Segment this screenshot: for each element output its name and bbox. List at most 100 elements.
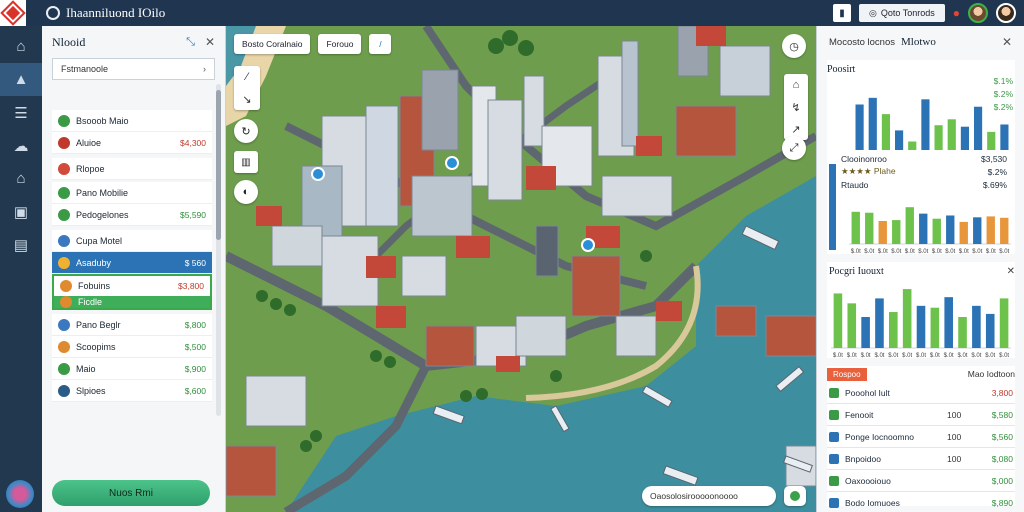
primary-action-button[interactable]: Nuos Rmi: [52, 480, 210, 506]
chart-bar[interactable]: [986, 216, 995, 244]
goto-button[interactable]: ◎ Qoto Tonrods: [859, 4, 945, 22]
profile-badge[interactable]: [6, 480, 34, 508]
building-value: $,800: [184, 319, 206, 330]
chart-bar[interactable]: [919, 213, 928, 244]
expand-icon[interactable]: ⤡: [186, 36, 195, 49]
chart-bar[interactable]: [875, 298, 884, 348]
close-icon[interactable]: ✕: [1002, 35, 1012, 49]
chart-bar[interactable]: [999, 298, 1009, 348]
building-list-item[interactable]: Cupa Motel: [52, 230, 212, 252]
building-list-item[interactable]: Maio $,900: [52, 358, 212, 380]
chart-bar[interactable]: [905, 207, 914, 244]
cloud-icon[interactable]: ☁: [0, 129, 42, 162]
chart-bar[interactable]: [1000, 217, 1009, 244]
map-go-button[interactable]: [784, 486, 806, 506]
building-list-item[interactable]: Aluioe $4,300: [52, 132, 212, 154]
resource-row[interactable]: Bnpoidoo 100 $,080: [827, 448, 1015, 470]
chart-bar[interactable]: [833, 293, 843, 348]
chart-bar[interactable]: [902, 289, 912, 348]
factory-icon[interactable]: ⌂: [0, 162, 42, 195]
resource-tab-secondary[interactable]: Mao Iodtoon: [968, 369, 1015, 379]
resource-tab[interactable]: Rospoo: [827, 367, 867, 381]
map-search-input[interactable]: Oaosolosirooooonoooo: [642, 486, 776, 506]
building-list-item[interactable]: Asaduby $ 560: [52, 252, 212, 274]
building-list-item[interactable]: Ficdle: [52, 296, 212, 310]
draw-line-icon[interactable]: ⁄: [234, 66, 260, 88]
list-icon[interactable]: ☰: [0, 96, 42, 129]
resource-row[interactable]: Fenooit 100 $,580: [827, 404, 1015, 426]
chart-bar[interactable]: [958, 317, 967, 348]
compass-button[interactable]: ◷: [782, 34, 806, 58]
measure-icon[interactable]: ↘: [234, 88, 260, 110]
chart-bar[interactable]: [944, 297, 953, 348]
map-filter-button[interactable]: Forouo: [318, 34, 362, 54]
chart-bar[interactable]: [892, 220, 901, 244]
building-list-item[interactable]: Fobuins $3,800: [52, 274, 212, 296]
chart-bar[interactable]: [946, 215, 955, 244]
map-search-text: Oaosolosirooooonoooo: [650, 491, 738, 501]
chart-bar[interactable]: [959, 221, 968, 244]
resource-row[interactable]: Pooohol Iult 3,800: [827, 382, 1015, 404]
chart-bar[interactable]: [865, 212, 874, 244]
building-name: Fobuins: [78, 281, 111, 291]
building-name: Cupa Motel: [76, 235, 123, 246]
chart-tick-label: $.0t: [918, 249, 928, 254]
recenter-icon: ⤢: [789, 141, 799, 154]
chart-bar[interactable]: [878, 221, 887, 244]
building-type-icon: [58, 318, 70, 331]
chart-bar[interactable]: [851, 211, 860, 244]
chart-bar[interactable]: [930, 307, 940, 348]
bell-icon[interactable]: ●: [953, 6, 960, 20]
city-map[interactable]: Bosto Coralnaio Forouo / ⁄ ↘ ↻ ▥ ◐ ◷ ⌂ ↯…: [226, 26, 816, 512]
building-list-item[interactable]: Pano Beglr $,800: [52, 314, 212, 336]
chart-bar[interactable]: [847, 303, 857, 348]
resource-value: $,080: [991, 453, 1013, 464]
stats-header-title: Mlotwo: [901, 36, 936, 48]
resource-row[interactable]: Ponge Iocnoomno 100 $,560: [827, 426, 1015, 448]
chart-tick-label: $.0t: [874, 353, 884, 358]
map-layer-button[interactable]: Bosto Coralnaio: [234, 34, 311, 54]
layers-button[interactable]: ◐: [234, 180, 258, 204]
stat-label: Rtaudo: [841, 179, 869, 190]
chart-bar[interactable]: [973, 217, 982, 244]
scrollbar[interactable]: [216, 84, 221, 416]
report-icon[interactable]: ▤: [0, 228, 42, 261]
menu-button[interactable]: ▮: [833, 4, 852, 22]
building-value: $,600: [184, 385, 206, 396]
user-avatar[interactable]: [996, 3, 1016, 23]
close-icon[interactable]: ✕: [205, 35, 215, 50]
chart-bar[interactable]: [985, 313, 995, 348]
building-type-icon: [58, 384, 70, 397]
building-list-item[interactable]: Pedogelones $5,590: [52, 204, 212, 226]
logo[interactable]: [0, 0, 26, 26]
chart-bar[interactable]: [932, 218, 941, 244]
building-list-item[interactable]: Bsooob Maio: [52, 110, 212, 132]
map-edit-button[interactable]: /: [369, 34, 392, 54]
building-list-item[interactable]: Pano Mobilie: [52, 182, 212, 204]
route-icon[interactable]: ↯: [784, 96, 808, 118]
home-icon[interactable]: ⌂: [0, 30, 42, 63]
layers-icon: ◐: [242, 186, 250, 198]
resource-row[interactable]: Bodo Iomuoes $,890: [827, 492, 1015, 512]
storage-icon[interactable]: ▣: [0, 195, 42, 228]
avatar[interactable]: [968, 3, 988, 23]
building-tool-button[interactable]: ▥: [234, 151, 258, 173]
resource-row[interactable]: Oaxoooiouo $,000: [827, 470, 1015, 492]
building-list-item[interactable]: Rlopoe: [52, 158, 212, 180]
chart-bar[interactable]: [972, 305, 981, 348]
city-icon[interactable]: ▲: [0, 63, 42, 96]
performance-card: Poosirt $.1% $.2% $.2%: [827, 60, 1015, 164]
rotate-button[interactable]: ↻: [234, 119, 258, 143]
chart-bar[interactable]: [889, 312, 898, 348]
home-view-icon[interactable]: ⌂: [784, 74, 808, 96]
building-list-item[interactable]: Scoopims $,500: [52, 336, 212, 358]
chart-bar[interactable]: [916, 305, 926, 348]
growth-bar-chart: $.0t $.0t $.0t $.0t $.0t $.0t $.0t $.0t $.0t $.0t…: [831, 289, 1011, 358]
recenter-button[interactable]: ⤢: [782, 136, 806, 160]
category-select[interactable]: Fstmanoole ›: [52, 58, 215, 80]
chart-bar[interactable]: [861, 317, 870, 348]
building-name: Scoopims: [76, 341, 116, 352]
scrollbar-thumb[interactable]: [216, 90, 221, 240]
building-list-item[interactable]: Slpioes $,600: [52, 380, 212, 402]
close-icon[interactable]: ✕: [1007, 266, 1015, 277]
